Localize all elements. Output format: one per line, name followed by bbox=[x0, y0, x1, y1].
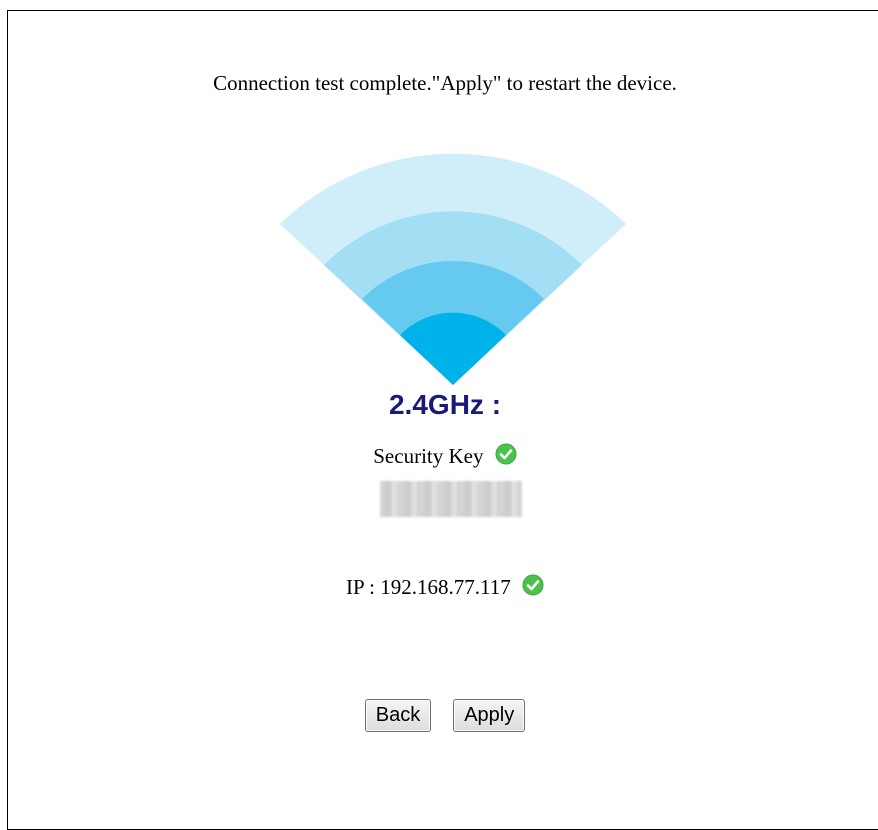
ip-address: IP : 192.168.77.117 bbox=[346, 575, 511, 599]
security-key-label: Security Key bbox=[373, 444, 484, 468]
button-row: Back Apply bbox=[8, 699, 878, 732]
apply-button[interactable]: Apply bbox=[453, 699, 526, 732]
ip-row: IP : 192.168.77.117 bbox=[8, 574, 878, 600]
dialog-frame: Connection test complete."Apply" to rest… bbox=[7, 10, 878, 830]
check-icon bbox=[522, 574, 544, 596]
security-key-row: Security Key bbox=[8, 443, 878, 469]
security-key-value-masked bbox=[380, 481, 522, 517]
wifi-signal-icon bbox=[280, 153, 626, 385]
status-message: Connection test complete."Apply" to rest… bbox=[213, 71, 677, 95]
band-label: 2.4GHz : bbox=[388, 389, 502, 420]
wifi-arc-inner bbox=[400, 312, 506, 385]
back-button[interactable]: Back bbox=[364, 699, 432, 732]
check-icon bbox=[495, 443, 517, 465]
